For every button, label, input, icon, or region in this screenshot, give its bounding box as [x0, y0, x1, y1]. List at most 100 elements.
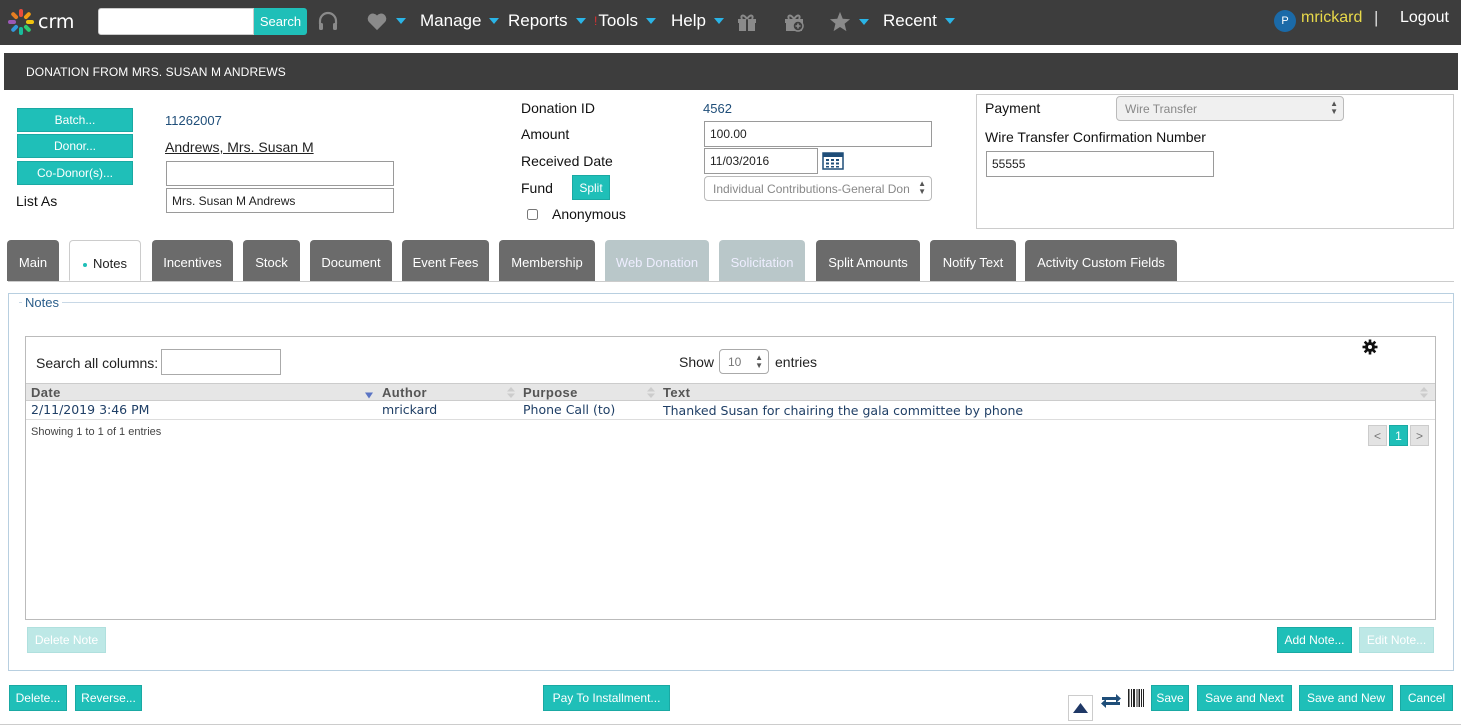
logout-link[interactable]: Logout [1400, 9, 1449, 27]
chevron-down-icon [944, 18, 955, 24]
edit-note-button[interactable]: Edit Note... [1359, 627, 1434, 653]
pager-next-button[interactable]: > [1410, 425, 1429, 446]
tab-stock[interactable]: Stock [243, 240, 300, 281]
donor-value-link[interactable]: Andrews, Mrs. Susan M [165, 139, 314, 155]
favorites-menu[interactable] [366, 11, 406, 31]
notes-fieldset-border [19, 302, 1452, 303]
tab-web-donation: Web Donation [605, 240, 709, 281]
username-link[interactable]: mrickard [1301, 9, 1362, 27]
tab-event-fees[interactable]: Event Fees [402, 240, 489, 281]
donor-button[interactable]: Donor... [17, 134, 133, 158]
chevron-down-icon [713, 18, 724, 24]
pay-to-installment-button[interactable]: Pay To Installment... [543, 685, 670, 711]
notes-table-container [25, 336, 1436, 620]
sort-desc-icon[interactable] [365, 390, 373, 401]
anonymous-checkbox[interactable] [527, 209, 538, 220]
select-arrows-icon: ▲ ▼ [1330, 99, 1338, 116]
cell-text: Thanked Susan for chairing the gala comm… [663, 403, 1024, 418]
tab-split-amounts[interactable]: Split Amounts [816, 240, 920, 281]
tab-incentives[interactable]: Incentives [152, 240, 233, 281]
sort-both-icon[interactable] [507, 387, 515, 398]
gear-icon[interactable] [1362, 339, 1378, 355]
codonor-field[interactable] [166, 161, 394, 186]
fund-select[interactable]: Individual Contributions-General Don ▲ ▼ [704, 176, 932, 201]
table-header: Date Author Purpose Text [26, 383, 1435, 401]
received-date-field[interactable] [704, 148, 818, 174]
list-as-label: List As [16, 193, 58, 209]
chevron-down-icon [575, 18, 586, 24]
column-header-author[interactable]: Author [382, 385, 427, 400]
anonymous-label: Anonymous [552, 206, 626, 222]
cell-date: 2/11/2019 3:46 PM [31, 402, 150, 417]
show-label: Show [679, 354, 715, 370]
codonor-button[interactable]: Co-Donor(s)... [17, 161, 133, 185]
entries-label: entries [775, 354, 818, 370]
select-arrows-icon: ▲ ▼ [918, 179, 926, 196]
cell-author: mrickard [382, 402, 438, 417]
logo-burst-icon [8, 9, 34, 35]
donation-id-label: Donation ID [521, 100, 595, 116]
starred-menu[interactable] [829, 11, 869, 32]
user-avatar[interactable]: P [1274, 10, 1296, 32]
wire-confirmation-field[interactable] [986, 151, 1214, 177]
fund-select-value: Individual Contributions-General Don [713, 182, 910, 196]
split-button[interactable]: Split [572, 175, 610, 200]
tab-notify-text[interactable]: Notify Text [930, 240, 1016, 281]
add-note-button[interactable]: Add Note... [1277, 627, 1352, 653]
repeat-icon[interactable] [1099, 690, 1123, 712]
tab-notes-label: Notes [93, 256, 127, 271]
pager-prev-button[interactable]: < [1368, 425, 1387, 446]
page-title: DONATION FROM MRS. SUSAN M ANDREWS [4, 53, 1458, 90]
row-divider [26, 419, 1435, 420]
column-header-text[interactable]: Text [663, 385, 690, 400]
batch-value-link[interactable]: 11262007 [165, 113, 222, 128]
top-navigation-bar: crm Search Manage Reports ! Tools Help R… [0, 0, 1461, 45]
crm-logo[interactable]: crm [8, 8, 74, 36]
global-search-button[interactable]: Search [254, 8, 307, 35]
column-header-date[interactable]: Date [31, 385, 61, 400]
column-header-purpose[interactable]: Purpose [523, 385, 578, 400]
gift-icon[interactable] [735, 10, 759, 34]
amount-field[interactable] [704, 121, 932, 147]
delete-note-button[interactable]: Delete Note [27, 627, 106, 653]
tools-menu[interactable]: ! Tools [594, 11, 657, 31]
pager-page-1[interactable]: 1 [1389, 425, 1408, 446]
sort-both-icon[interactable] [1420, 387, 1428, 398]
reverse-button[interactable]: Reverse... [75, 685, 142, 711]
reports-menu[interactable]: Reports [508, 11, 586, 31]
recent-menu[interactable]: Recent [883, 11, 955, 31]
search-columns-input[interactable] [161, 349, 281, 375]
payment-select[interactable]: Wire Transfer ▲ ▼ [1116, 96, 1344, 121]
help-menu[interactable]: Help [671, 11, 724, 31]
cell-purpose: Phone Call (to) [523, 402, 616, 417]
tab-solicitation: Solicitation [719, 240, 805, 281]
cancel-button[interactable]: Cancel [1400, 685, 1453, 711]
tab-document[interactable]: Document [310, 240, 392, 281]
save-and-next-button[interactable]: Save and Next [1197, 685, 1292, 711]
scroll-top-button[interactable] [1068, 695, 1093, 721]
save-and-new-button[interactable]: Save and New [1299, 685, 1393, 711]
wire-confirmation-label: Wire Transfer Confirmation Number [985, 129, 1206, 145]
chevron-down-icon [859, 18, 869, 25]
recent-menu-label: Recent [883, 11, 937, 30]
tab-main[interactable]: Main [7, 240, 59, 281]
calendar-icon[interactable] [822, 151, 844, 170]
batch-button[interactable]: Batch... [17, 108, 133, 132]
delete-button[interactable]: Delete... [9, 685, 67, 711]
headset-icon[interactable] [316, 10, 340, 34]
select-arrows-icon: ▲ ▼ [755, 353, 763, 370]
save-button[interactable]: Save [1151, 685, 1189, 711]
payment-label: Payment [985, 100, 1041, 116]
barcode-icon[interactable] [1128, 689, 1144, 707]
tab-membership[interactable]: Membership [499, 240, 595, 281]
tab-notes[interactable]: Notes [69, 240, 141, 281]
entries-per-page-select[interactable]: 10 ▲ ▼ [719, 349, 769, 374]
sort-both-icon[interactable] [647, 387, 655, 398]
list-as-field[interactable] [166, 188, 394, 213]
heart-icon [367, 13, 387, 31]
global-search-input[interactable] [98, 8, 254, 35]
tools-menu-label: Tools [598, 11, 639, 30]
gift-add-icon[interactable] [782, 10, 806, 34]
tab-activity-custom-fields[interactable]: Activity Custom Fields [1025, 240, 1177, 281]
manage-menu[interactable]: Manage [420, 11, 500, 31]
